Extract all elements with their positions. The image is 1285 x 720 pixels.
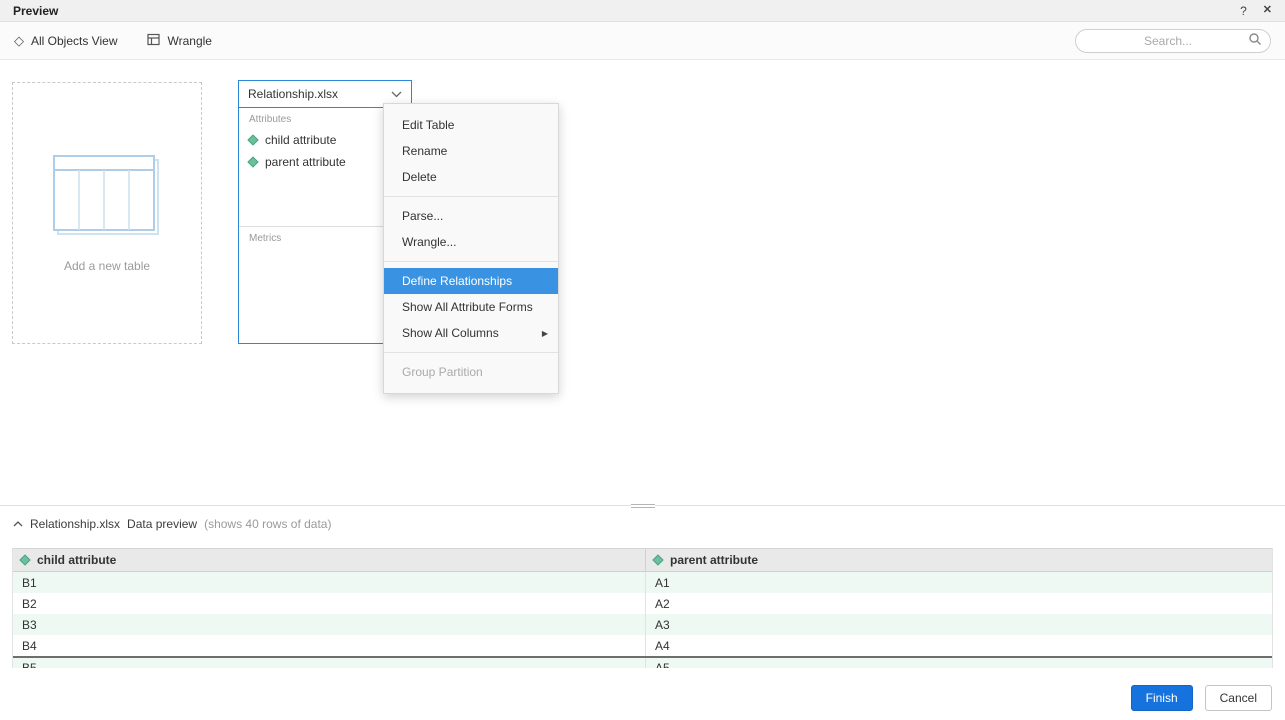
page-title: Preview — [13, 4, 58, 18]
all-objects-view-label: All Objects View — [31, 34, 117, 48]
table-cell: B5 — [13, 658, 646, 668]
menu-separator — [384, 196, 558, 197]
table-cell: B3 — [13, 614, 646, 635]
column-header-label: child attribute — [37, 553, 116, 567]
attribute-icon — [247, 134, 258, 145]
all-objects-view-icon: ◇ — [14, 34, 24, 47]
panel-splitter — [0, 505, 1285, 506]
search-icon — [1248, 32, 1262, 49]
table-card-title: Relationship.xlsx — [248, 87, 338, 101]
table-row: B4 A4 — [13, 635, 1272, 656]
menu-item-parse[interactable]: Parse... — [384, 203, 558, 229]
submenu-arrow-icon: ▶ — [542, 329, 548, 338]
menu-item-define-relationships[interactable]: Define Relationships — [384, 268, 558, 294]
menu-separator — [384, 261, 558, 262]
collapse-preview-icon[interactable] — [13, 521, 23, 527]
column-header-parent-attribute[interactable]: parent attribute — [646, 549, 1272, 571]
preview-window: Preview ? ✕ ◇ All Objects View Wrangle — [0, 0, 1285, 720]
menu-item-show-all-attribute-forms[interactable]: Show All Attribute Forms — [384, 294, 558, 320]
finish-button[interactable]: Finish — [1131, 685, 1193, 711]
column-header-label: parent attribute — [670, 553, 758, 567]
chevron-down-icon[interactable] — [391, 87, 402, 101]
column-header-child-attribute[interactable]: child attribute — [13, 549, 646, 571]
table-cell: A2 — [646, 593, 1272, 614]
menu-item-delete[interactable]: Delete — [384, 164, 558, 190]
table-cell: B4 — [13, 635, 646, 656]
table-placeholder-icon — [52, 154, 162, 241]
wrangle-button[interactable]: Wrangle — [147, 33, 211, 48]
preview-table-name: Relationship.xlsx — [30, 517, 120, 531]
attribute-icon — [19, 554, 30, 565]
toolbar: ◇ All Objects View Wrangle — [0, 22, 1285, 60]
attribute-icon — [652, 554, 663, 565]
data-preview-table[interactable]: child attribute parent attribute B1 A1 B… — [12, 548, 1273, 668]
cancel-button[interactable]: Cancel — [1205, 685, 1272, 711]
add-table-dropzone[interactable]: Add a new table — [12, 82, 202, 344]
search-input[interactable] — [1088, 34, 1248, 48]
close-icon[interactable]: ✕ — [1263, 5, 1272, 16]
preview-row-count-note: (shows 40 rows of data) — [204, 517, 331, 531]
menu-item-group-partition: Group Partition — [384, 359, 558, 385]
table-cell: A1 — [646, 572, 1272, 593]
all-objects-view-button[interactable]: ◇ All Objects View — [14, 34, 117, 48]
splitter-drag-handle[interactable] — [631, 501, 655, 510]
table-cell: B1 — [13, 572, 646, 593]
menu-item-wrangle[interactable]: Wrangle... — [384, 229, 558, 255]
table-cell: B2 — [13, 593, 646, 614]
menu-item-edit-table[interactable]: Edit Table — [384, 112, 558, 138]
attribute-icon — [247, 156, 258, 167]
table-cell: A3 — [646, 614, 1272, 635]
table-row: B5 A5 — [13, 656, 1272, 668]
menu-item-label: Show All Columns — [402, 326, 499, 340]
data-preview-header: Relationship.xlsx Data preview (shows 40… — [13, 517, 331, 531]
table-context-menu: Edit Table Rename Delete Parse... Wrangl… — [383, 103, 559, 394]
menu-item-rename[interactable]: Rename — [384, 138, 558, 164]
attribute-name: child attribute — [265, 133, 336, 147]
footer: Finish Cancel — [0, 676, 1285, 720]
canvas: Add a new table Relationship.xlsx Attrib… — [0, 60, 1285, 505]
data-table-header: child attribute parent attribute — [13, 549, 1272, 572]
wrangle-label: Wrangle — [167, 34, 211, 48]
table-cell: A5 — [646, 658, 1272, 668]
table-row: B1 A1 — [13, 572, 1272, 593]
help-icon[interactable]: ? — [1240, 5, 1247, 17]
menu-item-show-all-columns[interactable]: Show All Columns ▶ — [384, 320, 558, 346]
wrangle-icon — [147, 33, 160, 48]
table-row: B3 A3 — [13, 614, 1272, 635]
search-box[interactable] — [1075, 29, 1271, 53]
table-cell: A4 — [646, 635, 1272, 656]
preview-subtitle: Data preview — [127, 517, 197, 531]
add-table-label: Add a new table — [64, 259, 150, 273]
table-row: B2 A2 — [13, 593, 1272, 614]
attribute-name: parent attribute — [265, 155, 346, 169]
title-bar: Preview ? ✕ — [0, 0, 1285, 22]
menu-separator — [384, 352, 558, 353]
